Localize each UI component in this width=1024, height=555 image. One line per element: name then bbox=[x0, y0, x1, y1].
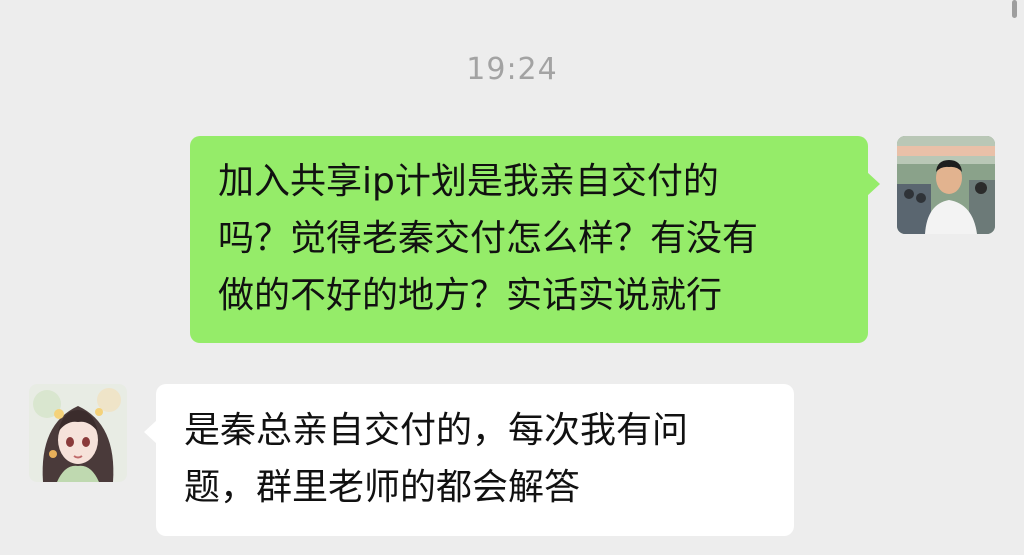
message-line: 题，群里老师的都会解答 bbox=[184, 467, 581, 508]
contact-avatar[interactable] bbox=[29, 384, 127, 482]
sent-message-bubble[interactable]: 加入共享ip计划是我亲自交付的 吗？觉得老秦交付怎么样？有没有 做的不好的地方？… bbox=[190, 136, 880, 343]
message-line: 吗？觉得老秦交付怎么样？有没有 bbox=[218, 218, 759, 259]
man-photo-avatar-icon bbox=[897, 136, 995, 234]
message-line: 加入共享ip计划是我亲自交付的 bbox=[218, 161, 719, 202]
message-line: 是秦总亲自交付的，每次我有问 bbox=[184, 410, 689, 451]
received-message-bubble[interactable]: 是秦总亲自交付的，每次我有问 题，群里老师的都会解答 bbox=[144, 384, 794, 536]
message-line: 做的不好的地方？实话实说就行 bbox=[218, 275, 723, 316]
sender-avatar[interactable] bbox=[897, 136, 995, 234]
anime-girl-avatar-icon bbox=[29, 384, 127, 482]
message-timestamp: 19:24 bbox=[466, 52, 558, 87]
scroll-indicator[interactable] bbox=[1012, 0, 1017, 18]
